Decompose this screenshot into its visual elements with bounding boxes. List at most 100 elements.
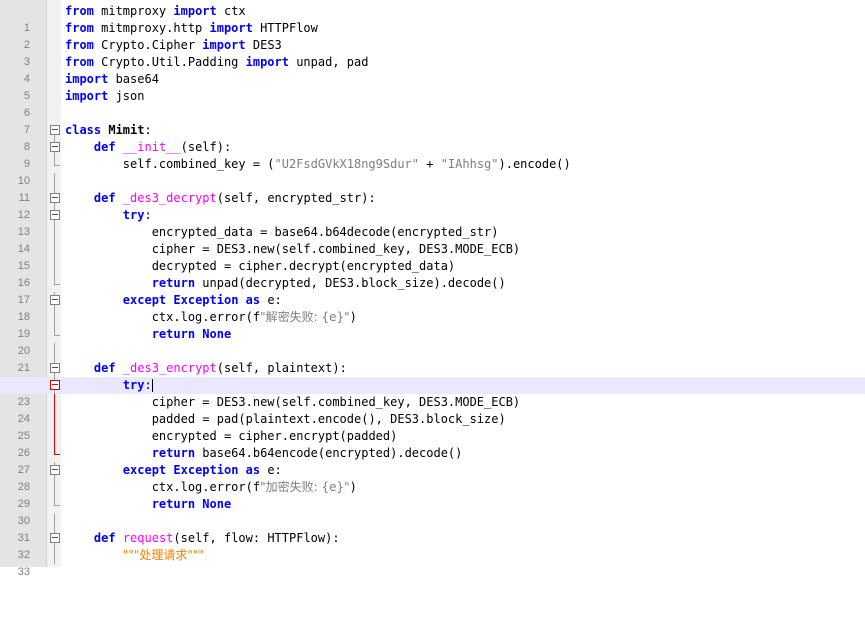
keyword: from [65, 21, 94, 35]
fold-toggle-icon[interactable] [50, 530, 60, 547]
code-lines: 1 from mitmproxy import ctx 2 from mitmp… [0, 3, 865, 578]
code-line[interactable]: 25 padded = pad(plaintext.encode(), DES3… [0, 411, 865, 442]
code-line[interactable]: 22 def _des3_encrypt(self, plaintext): [0, 360, 865, 391]
keyword: import [65, 89, 109, 103]
string-literal: "加密失败: {e}" [260, 480, 350, 494]
fold-line-icon [50, 326, 60, 343]
code-line[interactable]: 8 class Mimit: [0, 122, 865, 153]
fold-line-icon [50, 496, 60, 513]
keyword: return [151, 327, 196, 341]
function-name: __init__ [122, 140, 181, 154]
code-line[interactable]: 26 encrypted = cipher.encrypt(padded) [0, 428, 865, 459]
code-line[interactable]: 3 from Crypto.Cipher import DES3 [0, 37, 865, 68]
fold-line-icon [50, 394, 60, 411]
code-line[interactable]: 5 import base64 [0, 71, 865, 102]
code-line[interactable]: 30 return None [0, 496, 865, 527]
fold-line-icon [50, 309, 60, 326]
fold-line-icon [50, 343, 60, 360]
function-name: _des3_decrypt [122, 191, 217, 205]
code-line[interactable]: 27 return base64.b64encode(encrypted).de… [0, 445, 865, 476]
fold-line-icon [50, 547, 60, 564]
code-line[interactable]: 31 [0, 513, 865, 544]
keyword: import [173, 4, 217, 18]
code-line[interactable]: 17 return unpad(decrypted, DES3.block_si… [0, 275, 865, 306]
keyword: from [65, 38, 94, 52]
fold-line-icon [50, 275, 60, 292]
string-literal: "解密失败: {e}" [260, 310, 350, 324]
code-line[interactable]: 1 from mitmproxy import ctx [0, 3, 865, 34]
fold-line-icon [50, 258, 60, 275]
fold-line-icon [50, 428, 60, 445]
keyword: import [65, 72, 109, 86]
fold-line-icon [50, 479, 60, 496]
code-line[interactable]: 21 [0, 343, 865, 374]
keyword: def [93, 531, 116, 545]
code-line[interactable]: 29 ctx.log.error(f"加密失败: {e}") [0, 479, 865, 510]
fold-toggle-icon[interactable] [50, 360, 60, 377]
keyword: return [151, 497, 196, 511]
keyword: try [122, 208, 145, 222]
fold-toggle-icon[interactable] [50, 292, 60, 309]
fold-toggle-icon[interactable] [50, 207, 60, 224]
fold-line-icon [50, 224, 60, 241]
keyword: None [202, 327, 232, 341]
keyword: def [93, 140, 116, 154]
code-line[interactable]: 28 except Exception as e: [0, 462, 865, 493]
fold-line-icon [50, 445, 60, 462]
code-line[interactable]: 20 return None [0, 326, 865, 357]
code-line[interactable]: 24 cipher = DES3.new(self.combined_key, … [0, 394, 865, 425]
function-name: request [122, 531, 174, 545]
keyword: class [65, 123, 102, 137]
code-line[interactable]: 16 decrypted = cipher.decrypt(encrypted_… [0, 258, 865, 289]
keyword: import [209, 21, 253, 35]
keyword: from [65, 55, 94, 69]
code-line[interactable]: 2 from mitmproxy.http import HTTPFlow [0, 20, 865, 51]
fold-line-icon [50, 241, 60, 258]
code-line[interactable]: 9 def __init__(self): [0, 139, 865, 170]
fold-toggle-icon[interactable] [50, 190, 60, 207]
string-literal: "IAhhsg" [440, 157, 499, 171]
keyword: except [122, 463, 167, 477]
fold-line-icon [50, 411, 60, 428]
code-line[interactable]: 11 [0, 173, 865, 204]
code-line[interactable]: 4 from Crypto.Util.Padding import unpad,… [0, 54, 865, 85]
function-name: _des3_encrypt [122, 361, 217, 375]
docstring: """处理请求""" [122, 548, 204, 562]
code-line[interactable]: 14 encrypted_data = base64.b64decode(enc… [0, 224, 865, 255]
current-code-line[interactable]: 23 try: [0, 377, 865, 408]
code-line[interactable]: 19 ctx.log.error(f"解密失败: {e}") [0, 309, 865, 340]
code-line[interactable]: 15 cipher = DES3.new(self.combined_key, … [0, 241, 865, 272]
code-line[interactable]: 12 def _des3_decrypt(self, encrypted_str… [0, 190, 865, 221]
keyword: Exception [173, 293, 239, 307]
fold-line-icon [50, 513, 60, 530]
code-line[interactable]: 13 try: [0, 207, 865, 238]
fold-line-icon [50, 156, 60, 173]
code-editor[interactable]: 1 from mitmproxy import ctx 2 from mitmp… [0, 0, 865, 578]
fold-toggle-icon[interactable] [50, 462, 60, 479]
keyword: return [151, 276, 196, 290]
keyword: def [93, 361, 116, 375]
fold-toggle-icon[interactable] [50, 122, 60, 139]
keyword: import [202, 38, 246, 52]
keyword: except [122, 293, 167, 307]
fold-line-icon [50, 173, 60, 190]
fold-toggle-icon[interactable] [50, 377, 60, 394]
code-line[interactable]: 6 import json [0, 88, 865, 119]
code-line[interactable]: 10 self.combined_key = ("U2FsdGVkX18ng9S… [0, 156, 865, 187]
code-line[interactable]: 32 def request(self, flow: HTTPFlow): [0, 530, 865, 561]
keyword: return [151, 446, 196, 460]
keyword: import [245, 55, 289, 69]
keyword: def [93, 191, 116, 205]
keyword: as [245, 463, 261, 477]
keyword: try [122, 378, 145, 392]
code-line[interactable]: 33 """处理请求""" [0, 547, 865, 578]
fold-toggle-icon[interactable] [50, 139, 60, 156]
class-name: Mimit [108, 123, 145, 137]
text-cursor [151, 379, 153, 392]
keyword: from [65, 4, 94, 18]
keyword: as [245, 293, 261, 307]
code-line[interactable]: 18 except Exception as e: [0, 292, 865, 323]
string-literal: "U2FsdGVkX18ng9Sdur" [274, 157, 420, 171]
keyword: Exception [173, 463, 239, 477]
code-line[interactable]: 7 [0, 105, 865, 136]
